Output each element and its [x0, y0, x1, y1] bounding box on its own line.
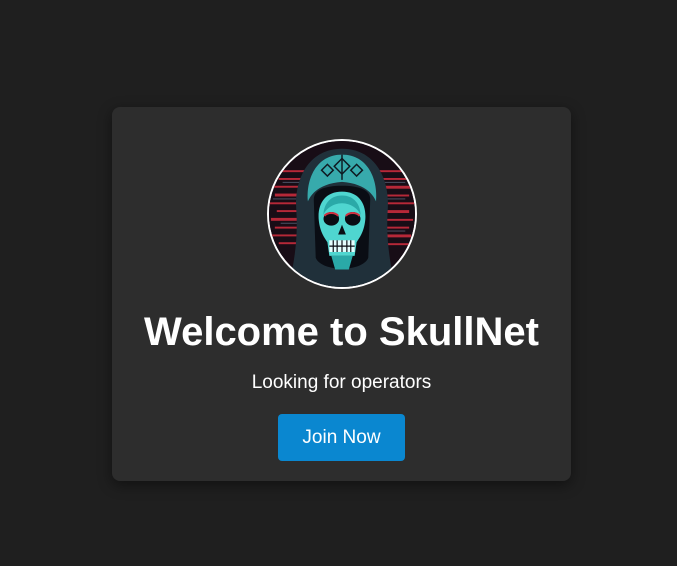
welcome-subtitle: Looking for operators — [251, 372, 432, 393]
welcome-card: Welcome to SkullNet Looking for operator… — [112, 107, 571, 481]
hooded-skull-icon — [269, 141, 415, 287]
page: Welcome to SkullNet Looking for operator… — [0, 0, 677, 566]
welcome-title: Welcome to SkullNet — [144, 310, 539, 354]
join-now-button[interactable]: Join Now — [278, 414, 405, 461]
skull-avatar — [267, 139, 417, 289]
